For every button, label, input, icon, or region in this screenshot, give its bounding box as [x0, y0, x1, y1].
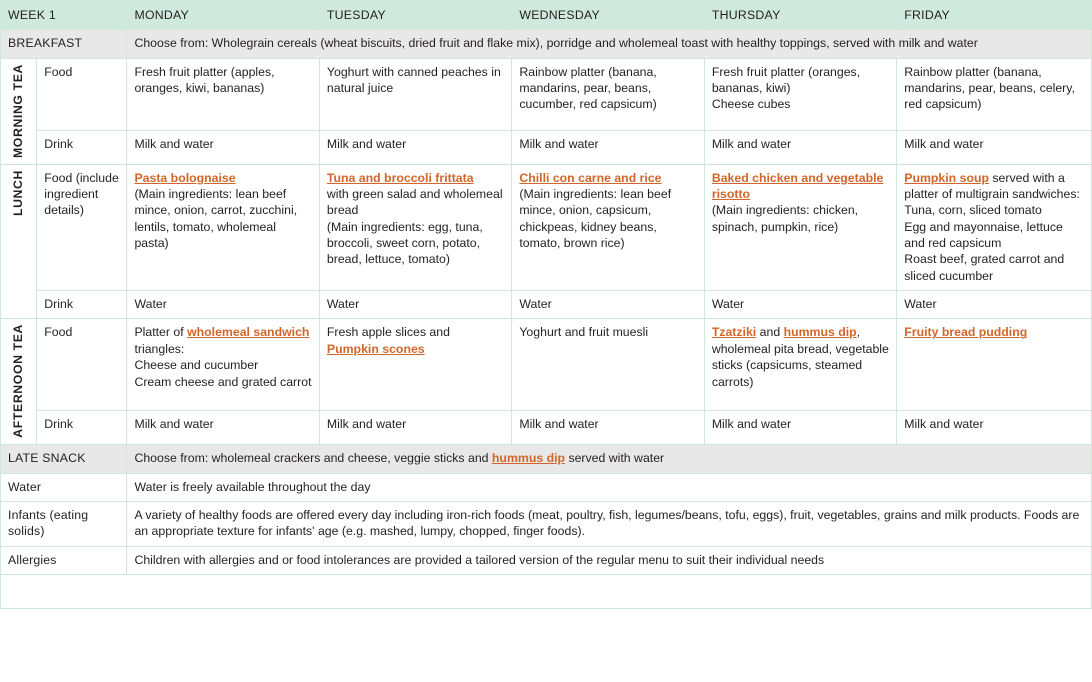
morning-tea-drink-monday: Milk and water [126, 130, 320, 165]
category-morning-tea-label: MORNING TEA [11, 63, 26, 158]
lunch-drink-thursday: Water [703, 290, 898, 320]
category-lunch-label: LUNCH [11, 169, 26, 216]
recipe-link[interactable]: hummus dip [784, 325, 857, 339]
water-label: Water [0, 472, 128, 502]
morning-tea-food-monday: Fresh fruit platter (apples, oranges, ki… [126, 57, 320, 132]
lunch-drink-monday: Water [126, 290, 320, 320]
lunch-drink-friday: Water [896, 290, 1092, 320]
morning-tea-drink-row: Drink Milk and water Milk and water Milk… [1, 130, 1092, 165]
recipe-link[interactable]: Tuna and broccoli frittata [327, 171, 474, 185]
lunch-food-tuesday: Tuna and broccoli frittata with green sal… [318, 163, 513, 292]
morning-tea-food-tuesday: Yoghurt with canned peaches in natural j… [318, 57, 513, 132]
afternoon-tea-drink-row: Drink Milk and water Milk and water Milk… [1, 410, 1092, 446]
allergies-text: Children with allergies and or food into… [126, 545, 1092, 575]
week-label: WEEK 1 [0, 0, 128, 31]
recipe-link[interactable]: Baked chicken and vegetable risotto [712, 171, 884, 201]
lunch-food-friday: Pumpkin soup served with a platter of mu… [896, 163, 1092, 292]
lunch-food-label: Food (include ingredient details) [36, 163, 128, 292]
infants-label: Infants (eating solids) [0, 500, 128, 547]
recipe-link[interactable]: Chilli con carne and rice [519, 171, 661, 185]
water-row: Water Water is freely available througho… [0, 472, 1092, 502]
afternoon-tea-drink-label: Drink [36, 410, 128, 446]
afternoon-tea-drink-tuesday: Milk and water [318, 410, 513, 446]
allergies-row: Allergies Children with allergies and or… [0, 545, 1092, 575]
afternoon-tea-drink-friday: Milk and water [896, 410, 1092, 446]
afternoon-tea-food-label: Food [36, 318, 128, 412]
afternoon-tea-food-wednesday: Yoghurt and fruit muesli [511, 318, 705, 412]
afternoon-tea-food-row: AFTERNOON TEA Food Platter of wholemeal … [0, 318, 1092, 446]
morning-tea-food-row: MORNING TEA Food Fresh fruit platter (ap… [0, 57, 1092, 165]
late-snack-label: LATE SNACK [0, 444, 128, 474]
infants-text: A variety of healthy foods are offered e… [126, 500, 1092, 547]
category-afternoon-tea: AFTERNOON TEA [0, 318, 38, 446]
morning-tea-food-thursday: Fresh fruit platter (oranges, bananas, k… [703, 57, 898, 132]
infants-row: Infants (eating solids) A variety of hea… [0, 500, 1092, 547]
lunch-drink-label: Drink [36, 290, 128, 320]
allergies-label: Allergies [0, 545, 128, 575]
breakfast-row: BREAKFAST Choose from: Wholegrain cereal… [0, 29, 1092, 59]
water-text: Water is freely available throughout the… [126, 472, 1092, 502]
breakfast-text: Choose from: Wholegrain cereals (wheat b… [126, 29, 1092, 59]
lunch-drink-tuesday: Water [318, 290, 513, 320]
day-header-tuesday: TUESDAY [318, 0, 513, 31]
morning-tea-drink-wednesday: Milk and water [511, 130, 705, 165]
morning-tea-food-friday: Rainbow platter (banana, mandarins, pear… [896, 57, 1092, 132]
lunch-food-wednesday: Chilli con carne and rice (Main ingredien… [511, 163, 705, 292]
table-bottom-spacer [0, 573, 1092, 609]
table-header-row: WEEK 1 MONDAY TUESDAY WEDNESDAY THURSDAY… [0, 0, 1092, 31]
morning-tea-drink-tuesday: Milk and water [318, 130, 513, 165]
morning-tea-food-label: Food [36, 57, 128, 132]
category-afternoon-tea-label: AFTERNOON TEA [11, 324, 26, 439]
day-header-monday: MONDAY [126, 0, 320, 31]
category-morning-tea: MORNING TEA [0, 57, 38, 165]
day-header-thursday: THURSDAY [703, 0, 898, 31]
morning-tea-drink-friday: Milk and water [896, 130, 1092, 165]
lunch-drink-wednesday: Water [511, 290, 705, 320]
recipe-link[interactable]: Pumpkin scones [327, 342, 425, 356]
day-header-friday: FRIDAY [896, 0, 1092, 31]
afternoon-tea-food-friday: Fruity bread pudding [896, 318, 1092, 412]
afternoon-tea-drink-thursday: Milk and water [703, 410, 898, 446]
weekly-menu-table: WEEK 1 MONDAY TUESDAY WEDNESDAY THURSDAY… [0, 0, 1092, 609]
late-snack-text: Choose from: wholemeal crackers and chee… [126, 444, 1092, 474]
morning-tea-drink-thursday: Milk and water [703, 130, 898, 165]
morning-tea-food-wednesday: Rainbow platter (banana, mandarins, pear… [511, 57, 705, 132]
lunch-food-monday: Pasta bolognaise (Main ingredients: lean … [126, 163, 320, 292]
lunch-food-thursday: Baked chicken and vegetable risotto (Main… [703, 163, 898, 292]
spacer-cell [0, 573, 1092, 609]
recipe-link[interactable]: Fruity bread pudding [904, 325, 1027, 339]
category-lunch: LUNCH [0, 163, 38, 320]
afternoon-tea-drink-wednesday: Milk and water [511, 410, 705, 446]
recipe-link[interactable]: Pumpkin soup [904, 171, 989, 185]
afternoon-tea-drink-monday: Milk and water [126, 410, 320, 446]
lunch-drink-row: Drink Water Water Water Water Water [1, 290, 1092, 320]
recipe-link[interactable]: hummus dip [492, 451, 565, 465]
morning-tea-drink-label: Drink [36, 130, 128, 165]
recipe-link[interactable]: Tzatziki [712, 325, 756, 339]
breakfast-label: BREAKFAST [0, 29, 128, 59]
afternoon-tea-food-tuesday: Fresh apple slices and Pumpkin scones [318, 318, 513, 412]
day-header-wednesday: WEDNESDAY [511, 0, 705, 31]
late-snack-row: LATE SNACK Choose from: wholemeal cracke… [0, 444, 1092, 474]
afternoon-tea-food-monday: Platter of wholemeal sandwich triangles:… [126, 318, 320, 412]
recipe-link[interactable]: wholemeal sandwich [187, 325, 309, 339]
recipe-link[interactable]: Pasta bolognaise [134, 171, 235, 185]
lunch-food-row: LUNCH Food (include ingredient details) … [0, 163, 1092, 320]
afternoon-tea-food-thursday: Tzatziki and hummus dip, wholemeal pita b… [703, 318, 898, 412]
